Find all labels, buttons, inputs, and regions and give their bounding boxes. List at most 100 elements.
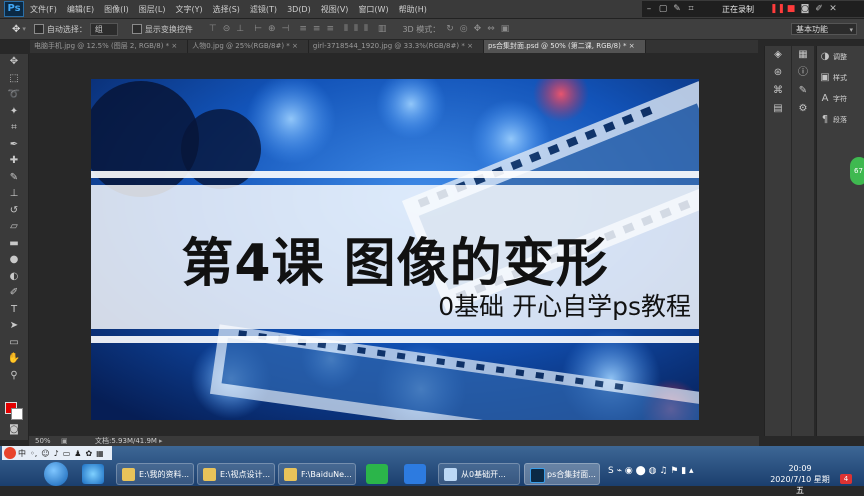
distribute-right-icon[interactable]: ⦀	[364, 24, 368, 34]
history-icon[interactable]: ▤	[765, 100, 791, 118]
tool-preset-icon[interactable]: ⚙	[792, 100, 814, 118]
network-icon[interactable]: ⌁	[617, 466, 622, 476]
eraser-tool-icon[interactable]: ▱	[0, 219, 28, 236]
properties-icon[interactable]: ▦	[792, 46, 814, 64]
flag-icon[interactable]: ⚑	[670, 466, 678, 476]
align-right-icon[interactable]: ⊣	[282, 24, 290, 34]
channels-icon[interactable]: ⊛	[765, 64, 791, 82]
menu-file[interactable]: 文件(F)	[30, 4, 57, 15]
tab-phone-doc[interactable]: 电脑手机.jpg @ 12.5% (图层 2, RGB/8) * ×	[30, 40, 189, 53]
menu-edit[interactable]: 编辑(E)	[67, 4, 94, 15]
punctuation-icon[interactable]: ◦,	[30, 449, 37, 458]
move-tool-icon[interactable]: ✥	[0, 54, 28, 71]
shape-tool-icon[interactable]: ▭	[0, 335, 28, 352]
skin-icon[interactable]: ✿	[85, 449, 92, 458]
quick-mask-icon[interactable]: ◙	[0, 422, 28, 439]
system-clock[interactable]: 20:09 2020/7/10 星期五	[770, 463, 830, 496]
zoom-options-icon[interactable]: ▣	[61, 436, 68, 446]
crop-frame-icon[interactable]: ⌗	[684, 4, 698, 14]
path-select-tool-icon[interactable]: ➤	[0, 318, 28, 335]
menu-layer[interactable]: 图层(L)	[139, 4, 166, 15]
align-top-icon[interactable]: ⊤	[209, 24, 217, 34]
panel-item-adjustments[interactable]: ◑ 调整	[817, 46, 864, 67]
sogou-tray-icon[interactable]: S	[608, 466, 614, 476]
camera-icon[interactable]: ◙	[798, 4, 812, 14]
menu-filter[interactable]: 滤镜(T)	[250, 4, 277, 15]
history-brush-tool-icon[interactable]: ↺	[0, 203, 28, 220]
brush-tool-icon[interactable]: ✎	[0, 170, 28, 187]
align-left-icon[interactable]: ⊢	[254, 24, 262, 34]
3d-drag-icon[interactable]: ✥	[474, 24, 482, 34]
notification-badge[interactable]: 4	[840, 474, 852, 484]
user-icon[interactable]: ♟	[74, 449, 81, 458]
cloud-app-icon[interactable]	[404, 464, 426, 484]
info-icon[interactable]: ⓘ	[792, 64, 814, 82]
3d-scale-icon[interactable]: ▣	[501, 24, 510, 34]
ie-icon[interactable]	[82, 464, 104, 484]
tab-person-doc[interactable]: 人物0.jpg @ 25%(RGB/8#) * ×	[188, 40, 309, 53]
menu-view[interactable]: 视图(V)	[321, 4, 349, 15]
background-color-swatch[interactable]	[11, 408, 23, 420]
battery-icon[interactable]: ▮	[681, 466, 686, 476]
align-bottom-icon[interactable]: ⊥	[236, 24, 244, 34]
auto-select-dropdown[interactable]: 组	[89, 22, 118, 36]
keyboard-icon[interactable]: ▭	[63, 449, 71, 458]
hand-tool-icon[interactable]: ✋	[0, 351, 28, 368]
taskbar-folder-3[interactable]: F:\BaiduNe...	[278, 463, 356, 485]
pen-icon[interactable]: ✐	[812, 4, 826, 14]
update-icon[interactable]: ⬤	[636, 466, 646, 476]
3d-roll-icon[interactable]: ◎	[460, 24, 468, 34]
close-icon[interactable]: ×	[171, 42, 177, 50]
distribute-vcenter-icon[interactable]: ≡	[313, 24, 321, 34]
menu-select[interactable]: 选择(S)	[213, 4, 240, 15]
panel-item-paragraph[interactable]: ¶ 段落	[817, 109, 864, 130]
healing-brush-tool-icon[interactable]: ✚	[0, 153, 28, 170]
tools-icon[interactable]: ▦	[96, 449, 104, 458]
close-icon[interactable]: ×	[629, 42, 635, 50]
mic-icon[interactable]: ♪	[54, 449, 59, 458]
distribute-top-icon[interactable]: ≡	[299, 24, 307, 34]
volume-icon[interactable]: ♫	[659, 466, 667, 476]
ime-toolbar[interactable]: 中 ◦, ☺ ♪ ▭ ♟ ✿ ▦	[2, 446, 112, 460]
auto-align-icon[interactable]: ▥	[378, 24, 387, 34]
crop-tool-icon[interactable]: ⌗	[0, 120, 28, 137]
distribute-left-icon[interactable]: ⦀	[344, 24, 348, 34]
distribute-hcenter-icon[interactable]: ⦀	[354, 24, 358, 34]
minimize-icon[interactable]: –	[642, 4, 656, 14]
window-icon[interactable]: ▢	[656, 4, 670, 14]
auto-select-checkbox[interactable]	[33, 24, 44, 34]
blur-tool-icon[interactable]: ●	[0, 252, 28, 269]
align-vcenter-icon[interactable]: ⊝	[223, 24, 231, 34]
edit-doc-icon[interactable]: ✎	[670, 4, 684, 14]
menu-window[interactable]: 窗口(W)	[358, 4, 388, 15]
move-tool-icon[interactable]: ✥	[12, 24, 20, 35]
brush-preset-icon[interactable]: ✎	[792, 82, 814, 100]
taskbar-folder-2[interactable]: E:\视点设计...	[197, 463, 275, 485]
panel-item-styles[interactable]: ▣ 样式	[817, 67, 864, 88]
ime-mode[interactable]: 中	[18, 448, 26, 459]
speed-badge[interactable]: 67	[850, 157, 864, 185]
close-icon[interactable]: ×	[467, 42, 473, 50]
panel-item-character[interactable]: A 字符	[817, 88, 864, 109]
wechat-icon[interactable]	[366, 464, 388, 484]
align-hcenter-icon[interactable]: ⊕	[268, 24, 276, 34]
document-canvas[interactable]: 第4课 图像的变形 0基础 开心自学ps教程	[91, 79, 699, 420]
taskbar-photoshop[interactable]: ps合集封面...	[524, 463, 600, 485]
type-tool-icon[interactable]: T	[0, 302, 28, 319]
layers-icon[interactable]: ◈	[765, 46, 791, 64]
taskbar-folder-1[interactable]: E:\我的资料...	[116, 463, 194, 485]
emoji-icon[interactable]: ☺	[41, 449, 49, 458]
distribute-bottom-icon[interactable]: ≡	[326, 24, 334, 34]
dodge-tool-icon[interactable]: ◐	[0, 269, 28, 286]
magic-wand-tool-icon[interactable]: ✦	[0, 104, 28, 121]
tab-girl-doc[interactable]: girl-3718544_1920.jpg @ 33.3%(RGB/8#) * …	[309, 40, 484, 53]
sogou-icon[interactable]	[4, 447, 16, 459]
gradient-tool-icon[interactable]: ▬	[0, 236, 28, 253]
pause-icon[interactable]: ❚❚	[770, 4, 785, 14]
stop-icon[interactable]: ■	[784, 4, 798, 14]
menu-type[interactable]: 文字(Y)	[175, 4, 202, 15]
eyedropper-tool-icon[interactable]: ✒	[0, 137, 28, 154]
security-icon[interactable]: ◉	[625, 466, 633, 476]
menu-3d[interactable]: 3D(D)	[287, 5, 311, 14]
expand-tray-icon[interactable]: ▴	[689, 466, 694, 476]
